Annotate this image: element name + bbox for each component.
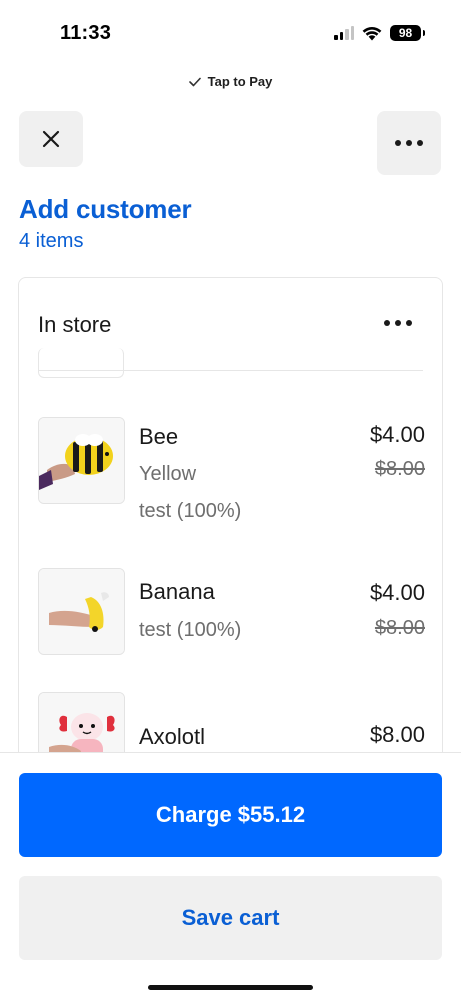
item-discount: test (100%) [139,500,242,522]
cart-card: In store Bee Yellow test (100%) $4.00 $8… [18,277,443,777]
item-price: $4.00 [369,580,425,605]
divider [38,370,423,371]
add-customer-link[interactable]: Add customer [19,194,192,225]
cellular-signal-icon [334,26,354,40]
status-icons: 98 [334,25,425,41]
close-icon [42,130,60,148]
more-icon [395,140,423,146]
tap-to-pay-label: Tap to Pay [207,74,273,89]
item-price: $8.00 [369,722,425,747]
item-name: Bee [139,424,179,449]
status-time: 11:33 [60,22,112,44]
item-discount: test (100%) [139,619,242,641]
wifi-icon [362,26,382,40]
list-item-partial [38,348,124,378]
cart-more-icon[interactable] [384,320,412,326]
item-original-price: $8.00 [374,617,425,639]
battery-level: 98 [398,26,413,40]
cart-title: In store [38,312,112,337]
item-price: $4.00 [369,422,425,447]
tap-to-pay-status: Tap to Pay [0,74,461,89]
item-name: Axolotl [139,724,206,749]
charge-button[interactable]: Charge $55.12 [19,773,442,857]
checkmark-icon [188,77,201,86]
status-bar: 11:33 98 [0,0,461,62]
battery-icon: 98 [390,25,425,41]
bottom-action-sheet: Charge $55.12 Save cart [0,752,461,999]
more-options-button[interactable] [377,111,441,175]
item-original-price: $8.00 [374,458,425,480]
close-button[interactable] [19,111,83,167]
item-name: Banana [139,579,215,604]
item-variant: Yellow [139,463,197,485]
save-cart-button[interactable]: Save cart [19,876,442,960]
home-indicator [148,985,313,990]
bee-thumbnail [38,417,125,504]
banana-plush-image [39,569,124,654]
banana-thumbnail [38,568,125,655]
items-count: 4 items [19,230,84,252]
bee-plush-image [39,418,124,503]
